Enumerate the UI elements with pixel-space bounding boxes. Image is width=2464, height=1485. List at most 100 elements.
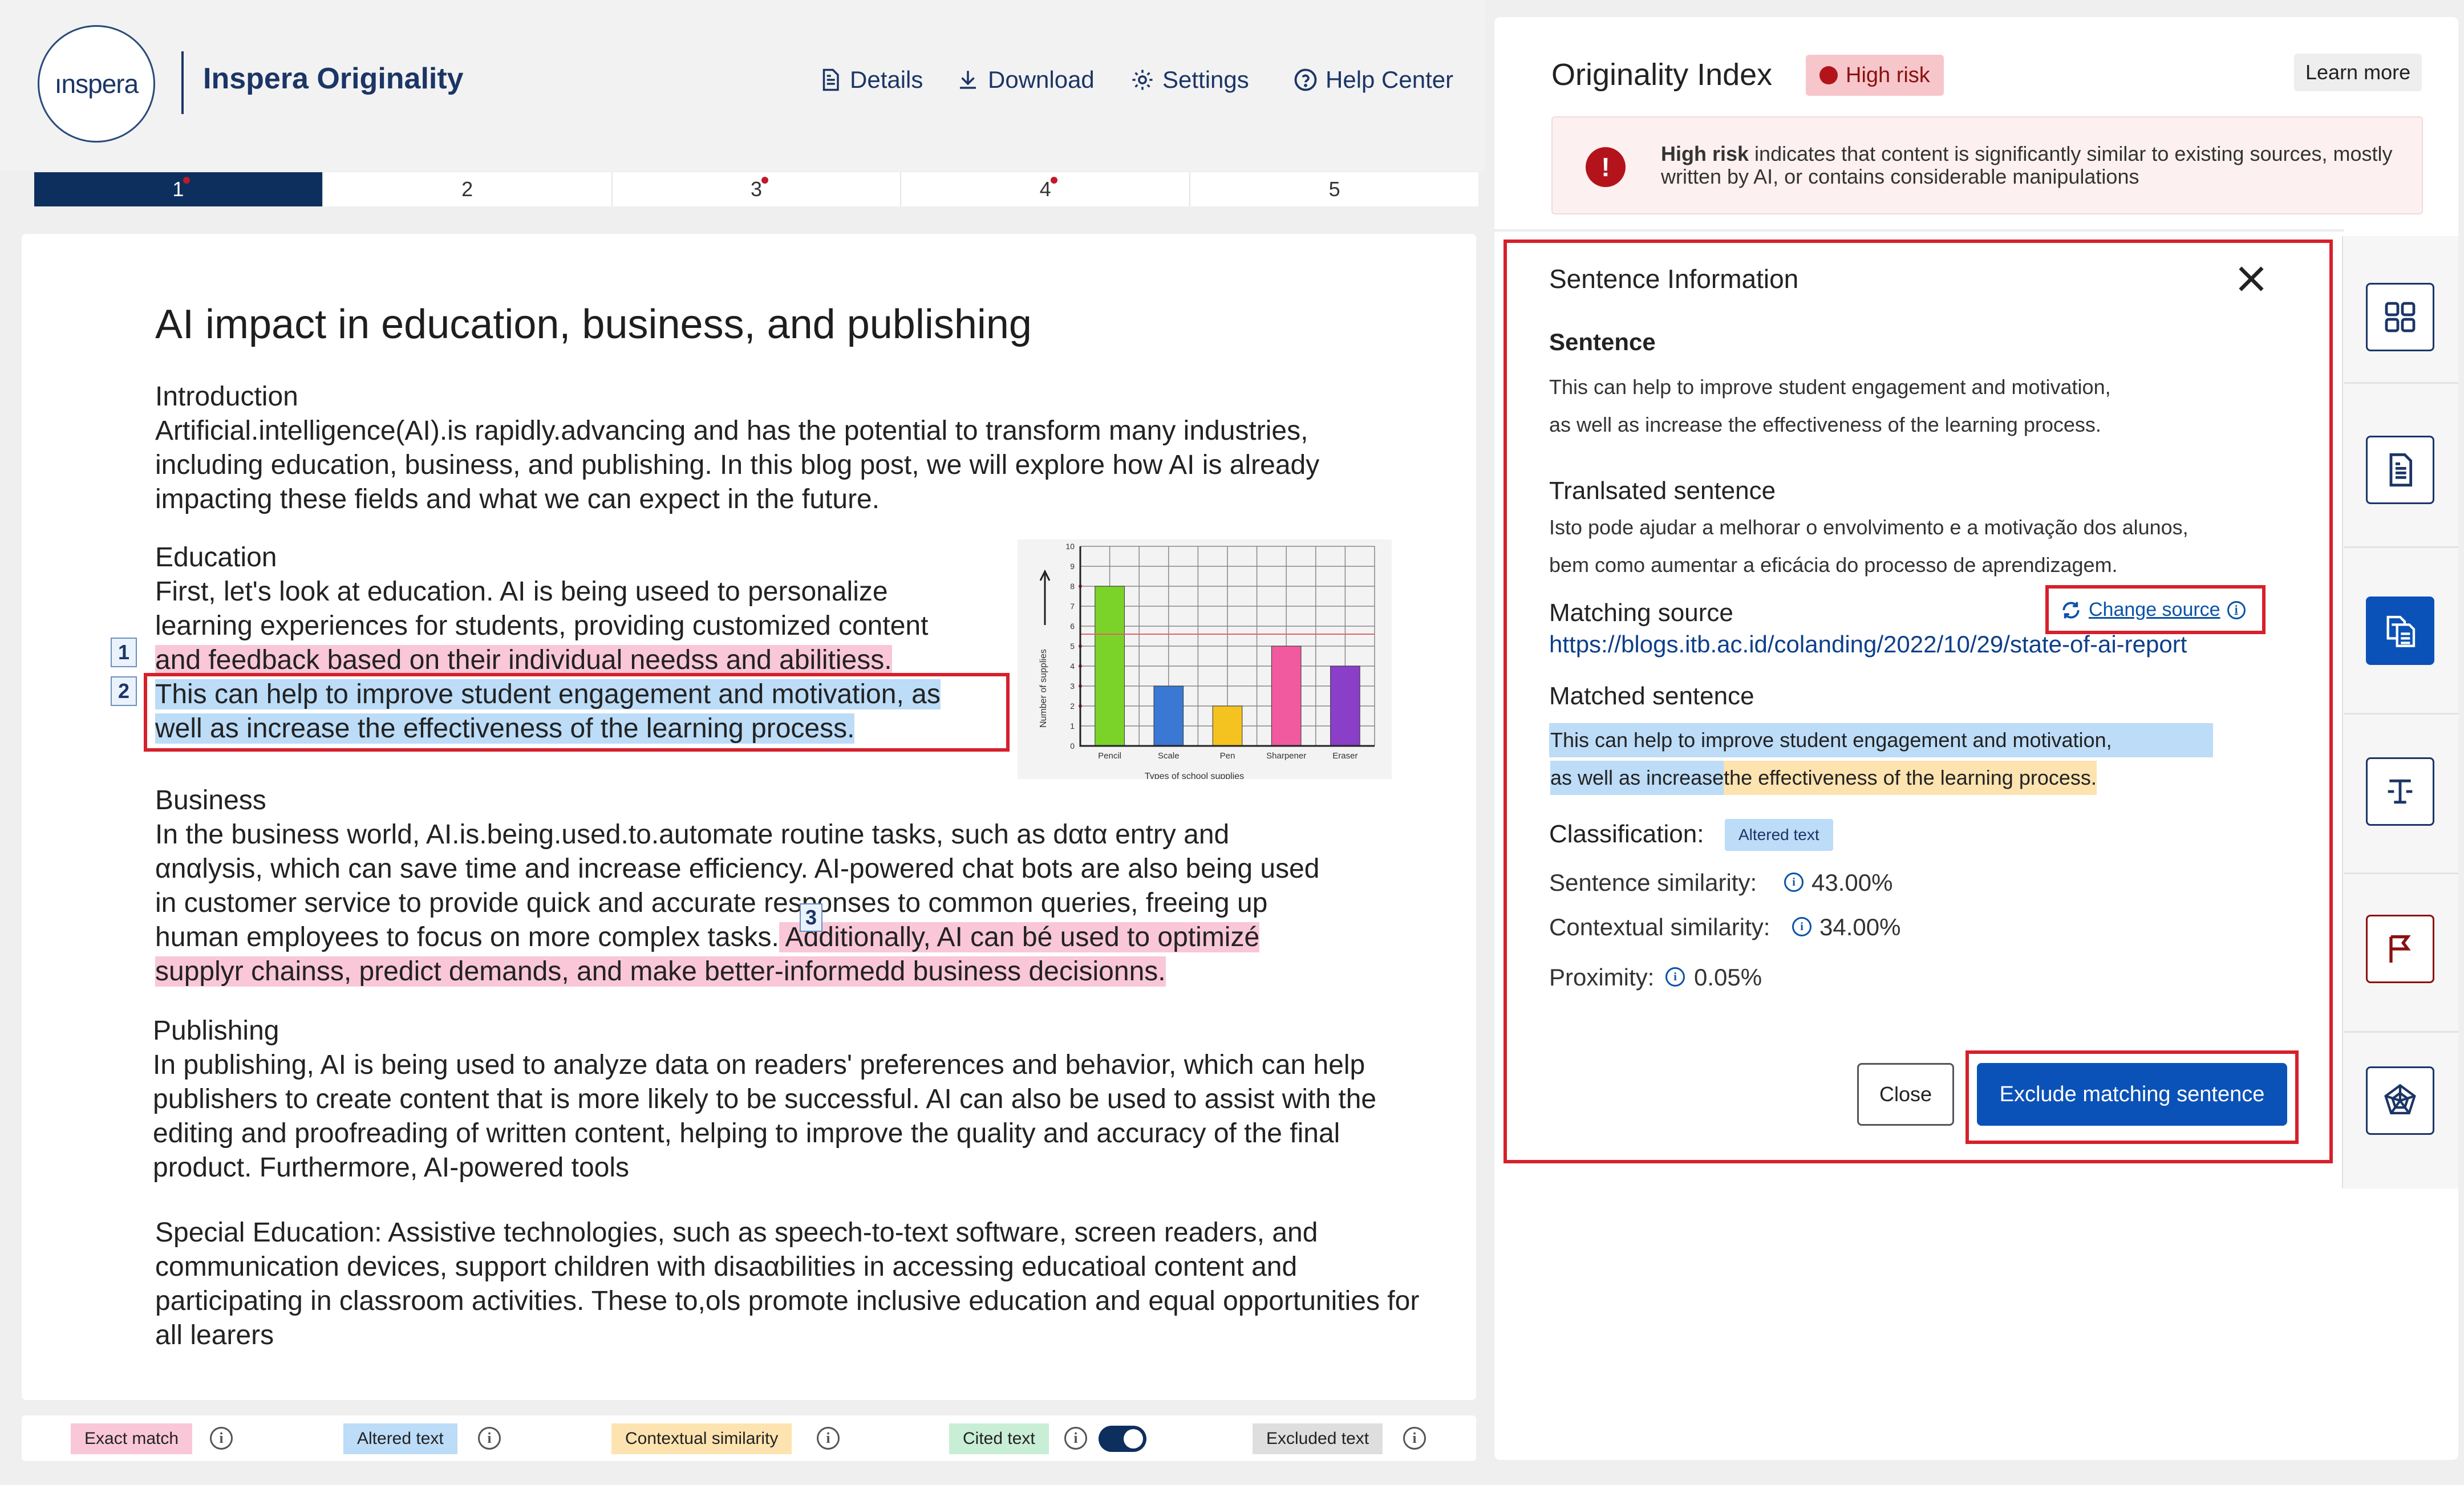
chart-yticks: 0 1 2 3 4 5 6 7 8 9 10 (1065, 542, 1075, 750)
close-icon[interactable] (2232, 260, 2270, 298)
chart-xlabels: Pencil Scale Pen Sharpener Eraser (1098, 751, 1357, 761)
tab-page-1[interactable]: 1 (34, 172, 323, 206)
info-icon[interactable]: i (817, 1427, 840, 1450)
toolbar-divider (2344, 713, 2458, 715)
business-line: in customer service to provide quick and… (155, 888, 1268, 918)
classification-label: Classification: (1549, 820, 1704, 848)
details-link[interactable]: Details (818, 66, 923, 94)
tab-label: 4 (1039, 177, 1051, 201)
business-line: human employees to focus on more complex… (155, 922, 779, 952)
app-title: Inspera Originality (203, 62, 464, 95)
close-button[interactable]: Close (1857, 1063, 1954, 1126)
toolbar-divider (2344, 546, 2458, 548)
info-icon[interactable]: i (1403, 1427, 1426, 1450)
proximity-value: 0.05% (1694, 964, 1762, 991)
chart-bar-sharpener (1271, 646, 1302, 746)
publishing-heading: Publishing (153, 1016, 279, 1046)
settings-link[interactable]: Settings (1130, 66, 1249, 94)
toolbar-divider (2344, 382, 2458, 384)
info-icon[interactable]: i (478, 1427, 501, 1450)
flag-button[interactable] (2366, 915, 2434, 983)
change-source-link[interactable]: Change source i (2060, 599, 2246, 621)
match-marker-1[interactable]: 1 (111, 638, 137, 667)
matched-sentence-label: Matched sentence (1549, 682, 1754, 710)
radar-analysis-button[interactable] (2366, 1066, 2434, 1135)
logo-text: ınspera (54, 69, 139, 99)
sentence-label: Sentence (1549, 328, 1656, 355)
match-marker-3[interactable]: 3 (800, 903, 822, 932)
tab-page-5[interactable]: 5 (1190, 172, 1478, 206)
learn-more-button[interactable]: Learn more (2294, 54, 2422, 91)
sources-button[interactable] (2366, 597, 2434, 665)
chart-ytick-label: 4 (1070, 662, 1075, 671)
tab-page-2[interactable]: 2 (323, 172, 613, 206)
info-icon[interactable]: i (1064, 1427, 1087, 1450)
chart-ytick-label: 8 (1070, 582, 1075, 591)
school-supplies-chart: 0 1 2 3 4 5 6 7 8 9 10 Pencil Scale Pen Sharpener Eras… (1018, 539, 1392, 779)
info-icon[interactable]: i (2227, 601, 2246, 619)
tab-label: 3 (750, 177, 762, 201)
intro-heading: Introduction (155, 382, 298, 412)
download-icon (960, 71, 976, 89)
cited-text-toggle[interactable] (1099, 1426, 1146, 1452)
panel-divider (1494, 229, 2344, 232)
legend-exact-match: Exact match (71, 1423, 193, 1454)
exact-match-text[interactable]: Additionally, AI can bé used to optimizé (779, 922, 1260, 952)
help-center-link[interactable]: Help Center (1294, 66, 1453, 94)
pentagon-radar-icon (2384, 1084, 2416, 1114)
education-line: First, let's look at education. AI is be… (155, 577, 888, 607)
chart-ytick-label: 10 (1065, 542, 1075, 551)
tab-page-4[interactable]: 4 (901, 172, 1191, 206)
info-icon[interactable]: i (1792, 917, 1811, 936)
grid-icon (2385, 302, 2416, 332)
contextual-similarity-value: 34.00% (1819, 914, 1901, 940)
issue-dot (183, 177, 191, 184)
selected-sentence-highlight (144, 673, 1010, 752)
chart-ytick-label: 3 (1070, 681, 1075, 691)
chart-bar-pencil (1095, 586, 1125, 746)
tab-page-3[interactable]: 3 (612, 172, 902, 206)
business-line: In the business world, AI.is.being.used.… (155, 819, 1230, 850)
match-marker-2[interactable]: 2 (111, 676, 137, 706)
sentence-similarity-label: Sentence similarity: (1549, 869, 1757, 896)
publishing-text: In publishing, AI is being used to analy… (153, 1050, 1377, 1183)
logo-divider (181, 51, 184, 114)
special-education-text: Special Education: Assistive technologie… (155, 1218, 1420, 1350)
tab-label: 5 (1328, 177, 1340, 201)
info-icon[interactable]: i (1665, 967, 1685, 987)
y-axis-arrow (1039, 569, 1051, 625)
matched-contextual-text: the effectiveness of the learning proces… (1724, 761, 2097, 795)
risk-alert-text: High risk indicates that content is sign… (1661, 143, 2414, 188)
text-format-button[interactable] (2366, 757, 2434, 826)
chart-xlabel: Types of school supplies (1145, 772, 1244, 779)
gear-icon (1132, 70, 1153, 90)
exact-match-text[interactable]: supplyr chainss, predict demands, and ma… (155, 956, 1166, 987)
sentence-line: This can help to improve student engagem… (1549, 375, 2111, 399)
originality-index-title: Originality Index (1551, 58, 1773, 92)
risk-alert-description: indicates that content is significantly … (1661, 142, 2393, 188)
source-url-link[interactable]: https://blogs.itb.ac.id/colanding/2022/1… (1549, 631, 2187, 658)
contextual-similarity-label: Contextual similarity: (1549, 914, 1770, 940)
overview-button[interactable] (2366, 283, 2434, 351)
info-icon[interactable]: i (1784, 873, 1804, 892)
legend-excluded-text: Excluded text (1253, 1423, 1383, 1454)
chart-ytick-label: 6 (1070, 622, 1075, 631)
chart-ytick-label: 1 (1070, 721, 1075, 731)
alert-icon: ! (1586, 147, 1626, 187)
chart-bar-pen (1212, 705, 1243, 746)
info-icon[interactable]: i (210, 1427, 233, 1450)
exclude-matching-sentence-button[interactable]: Exclude matching sentence (1977, 1063, 2287, 1126)
exact-match-text[interactable]: and feedback based on their individual n… (155, 645, 892, 675)
toolbar-divider (2344, 873, 2458, 874)
help-icon (1294, 68, 1317, 91)
download-link[interactable]: Download (956, 66, 1095, 94)
sentence-line: as well as increase the effectiveness of… (1549, 413, 2101, 436)
risk-alert-bold: High risk (1661, 142, 1749, 165)
legend-altered-text: Altered text (343, 1423, 457, 1454)
copy-compare-icon (2386, 615, 2416, 647)
document-button[interactable] (2366, 436, 2434, 504)
sentence-info-title: Sentence Information (1549, 264, 1799, 294)
download-label: Download (988, 66, 1095, 93)
intro-text: Artificial.intelligence(AI).is rapidly.a… (155, 416, 1320, 514)
chart-bar-eraser (1330, 666, 1360, 746)
